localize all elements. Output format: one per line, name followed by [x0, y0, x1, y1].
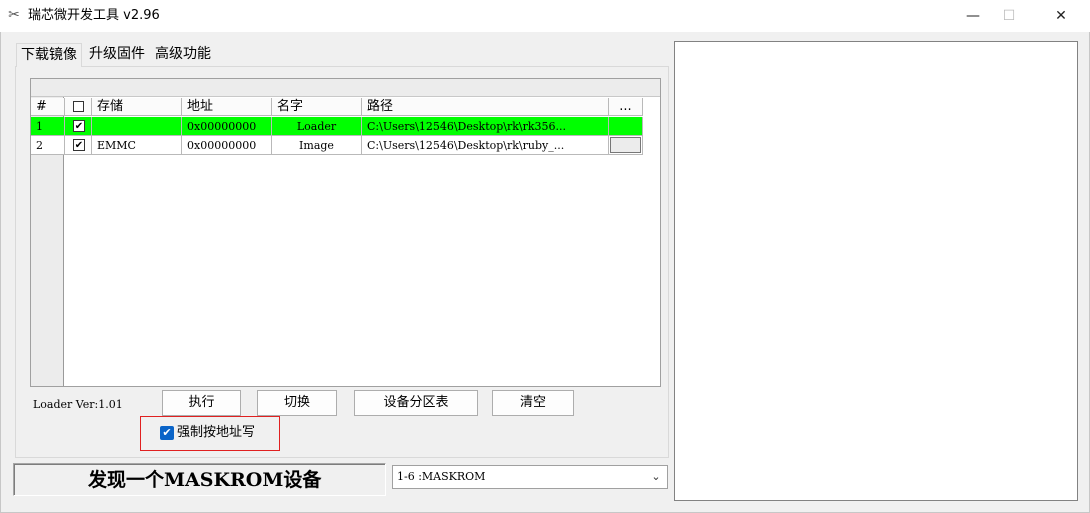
header-path: 路径: [362, 98, 609, 116]
browse-button-face[interactable]: [610, 137, 641, 153]
close-icon: ✕: [1055, 8, 1067, 24]
header-number: #: [31, 98, 65, 116]
tab-advanced-functions[interactable]: 高级功能: [151, 43, 215, 67]
row-browse-button[interactable]: [609, 136, 643, 155]
chevron-down-icon[interactable]: ⌄: [649, 466, 663, 488]
row-storage: EMMC: [92, 136, 182, 155]
download-list-grid[interactable]: # 存储 地址 名字 路径 ... 1 ✔ 0x00000000 Loader …: [30, 78, 661, 387]
select-all-checkbox[interactable]: [73, 101, 84, 112]
row-path[interactable]: C:\Users\12546\Desktop\rk\rk356...: [362, 117, 609, 136]
table-row[interactable]: 2 ✔ EMMC 0x00000000 Image C:\Users\12546…: [31, 136, 643, 155]
row-checkbox[interactable]: ✔: [73, 139, 85, 151]
maximize-icon: ☐: [1002, 8, 1016, 24]
partition-table-button[interactable]: 设备分区表: [354, 390, 478, 416]
force-write-label[interactable]: 强制按地址写: [177, 424, 255, 442]
window-title: 瑞芯微开发工具 v2.96: [28, 8, 160, 23]
row-checkbox-cell[interactable]: ✔: [65, 136, 92, 155]
row-checkbox-cell[interactable]: ✔: [65, 117, 92, 136]
maximize-button[interactable]: ☐: [986, 0, 1032, 32]
header-storage: 存储: [92, 98, 182, 116]
header-name: 名字: [272, 98, 362, 116]
row-number: 1: [31, 117, 65, 136]
header-address: 地址: [182, 98, 272, 116]
clear-button[interactable]: 清空: [492, 390, 574, 416]
row-checkbox[interactable]: ✔: [73, 120, 85, 132]
switch-button[interactable]: 切换: [257, 390, 337, 416]
status-message: 发现一个MASKROM设备: [13, 463, 386, 496]
tools-icon: ✂: [8, 7, 20, 23]
log-output-panel[interactable]: [674, 41, 1078, 501]
row-name: Image: [272, 136, 362, 155]
row-path[interactable]: C:\Users\12546\Desktop\rk\ruby_...: [362, 136, 609, 155]
loader-version: Loader Ver:1.01: [33, 398, 123, 411]
minimize-icon: —: [966, 8, 980, 24]
execute-button[interactable]: 执行: [162, 390, 241, 416]
header-select-all[interactable]: [65, 98, 92, 116]
device-select[interactable]: 1-6 :MASKROM ⌄: [392, 465, 668, 489]
table-row[interactable]: 1 ✔ 0x00000000 Loader C:\Users\12546\Des…: [31, 117, 643, 136]
device-select-value: 1-6 :MASKROM: [397, 470, 486, 483]
grid-top-bar: [31, 79, 660, 97]
header-browse: ...: [609, 98, 643, 116]
force-write-checkbox[interactable]: ✔: [160, 426, 174, 440]
row-address[interactable]: 0x00000000: [182, 117, 272, 136]
title-bar: ✂ 瑞芯微开发工具 v2.96 — ☐ ✕: [0, 0, 1090, 32]
tab-download-image[interactable]: 下载镜像: [16, 43, 82, 67]
tab-upgrade-firmware[interactable]: 升级固件: [85, 43, 149, 67]
row-name: Loader: [272, 117, 362, 136]
row-storage: [92, 117, 182, 136]
close-button[interactable]: ✕: [1038, 0, 1084, 32]
row-browse-button[interactable]: [609, 117, 643, 136]
row-address[interactable]: 0x00000000: [182, 136, 272, 155]
row-number: 2: [31, 136, 65, 155]
